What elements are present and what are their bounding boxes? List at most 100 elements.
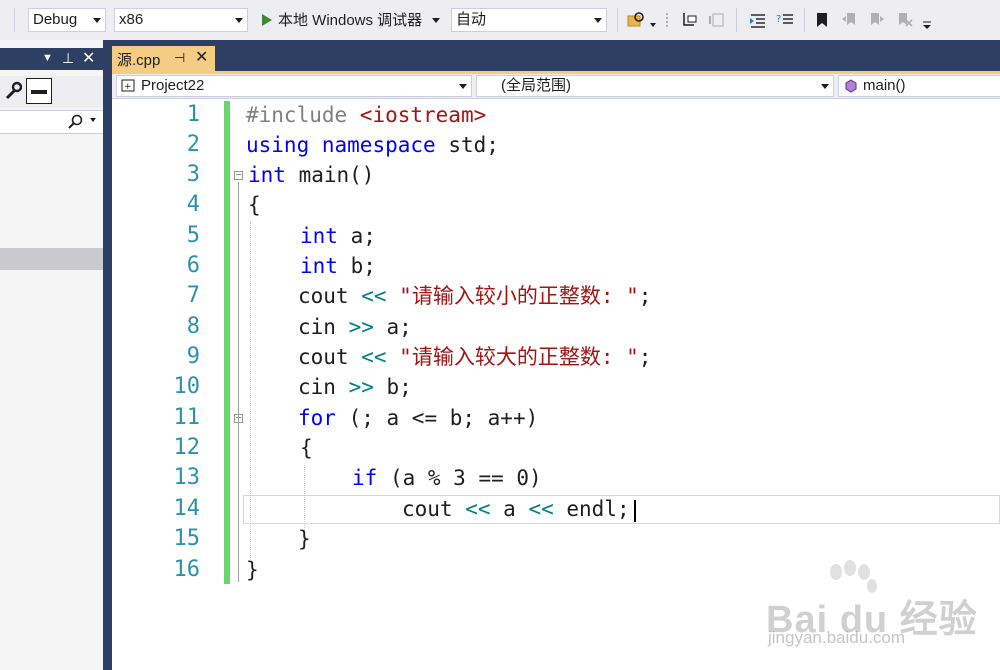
text-token: cout (402, 497, 466, 521)
line-number: 13 (173, 465, 201, 490)
indent-guide (250, 222, 251, 562)
project-name: Project22 (141, 77, 205, 94)
saved-changes-indicator (224, 101, 230, 584)
toolbar-separator (736, 8, 737, 32)
code-line-12: { (300, 436, 313, 460)
step-into-icon[interactable] (680, 10, 700, 30)
text-token: cin (298, 375, 349, 399)
solution-config-value: 自动 (456, 11, 487, 28)
text-token: cout (298, 284, 362, 308)
previous-bookmark-icon[interactable] (840, 10, 860, 30)
chevron-down-icon[interactable] (648, 10, 658, 30)
keyword-token: int (248, 163, 286, 187)
chevron-down-icon (459, 84, 467, 89)
keyword-token: int (300, 224, 338, 248)
scope-name: (全局范围) (501, 77, 571, 94)
text-token: (a % 3 == 0) (377, 466, 542, 490)
line-number: 5 (186, 223, 200, 248)
document-tab-strip (112, 40, 1000, 71)
wrench-icon[interactable] (4, 81, 23, 106)
collapse-icon[interactable]: − (234, 171, 243, 181)
window-menu-icon[interactable]: ▼ (42, 52, 53, 64)
keyword-token: if (352, 466, 378, 490)
outline-guide (238, 425, 239, 547)
code-line-6: int b; (300, 251, 376, 281)
code-line-13: if (a % 3 == 0) (352, 463, 542, 493)
code-line-1: #include <iostream> (246, 100, 486, 130)
code-line-9: cout << "请输入较大的正整数: "; (298, 342, 651, 372)
search-box[interactable] (0, 110, 103, 134)
platform-dropdown[interactable]: x86 (114, 8, 248, 32)
preprocessor-token: #include (246, 103, 360, 127)
panel-splitter[interactable] (103, 40, 112, 670)
chevron-down-icon (594, 18, 602, 23)
line-number: 11 (173, 405, 201, 430)
configuration-value: Debug (33, 11, 78, 28)
line-number: 3 (186, 162, 200, 187)
toolbar-overflow-icon[interactable] (920, 10, 934, 30)
svg-text:?: ? (776, 14, 781, 25)
line-number: 7 (186, 283, 200, 308)
configuration-dropdown[interactable]: Debug (28, 8, 106, 32)
line-number: 1 (186, 102, 200, 127)
scope-dropdown[interactable]: (全局范围) (476, 75, 834, 97)
code-line-16: } (246, 558, 259, 582)
chevron-down-icon[interactable] (90, 118, 96, 122)
svg-text:+: + (124, 82, 132, 92)
indent-icon[interactable] (748, 10, 768, 30)
code-line-4: { (248, 193, 261, 217)
solution-explorer-panel (0, 40, 103, 670)
solution-config-dropdown[interactable]: 自动 (451, 8, 607, 32)
operator-token: << (361, 284, 387, 308)
find-in-files-icon[interactable] (626, 10, 646, 30)
selected-tree-item[interactable] (0, 248, 103, 270)
code-line-3: int main() (248, 160, 374, 190)
code-line-2: using namespace std; (246, 130, 499, 160)
string-token: "请输入较大的正整数: " (399, 345, 639, 369)
text-token: ; (638, 345, 652, 369)
grip-icon (664, 10, 672, 30)
line-number: 15 (173, 526, 201, 551)
member-name: main() (863, 77, 906, 94)
comment-icon[interactable]: ? (775, 10, 795, 30)
step-out-icon[interactable] (707, 10, 727, 30)
line-number: 6 (186, 253, 200, 278)
chevron-down-icon (235, 18, 243, 23)
text-token: b; (373, 375, 412, 399)
tab-filename: 源.cpp (117, 52, 161, 69)
editor-border (112, 98, 1000, 99)
chevron-down-icon (93, 18, 101, 23)
bookmark-icon[interactable] (812, 10, 832, 30)
text-token: a (490, 497, 529, 521)
string-token: "请输入较小的正整数: " (399, 284, 639, 308)
start-debugging-button[interactable]: 本地 Windows 调试器 (258, 9, 448, 33)
project-dropdown[interactable]: + Project22 (116, 75, 472, 97)
search-icon[interactable] (66, 113, 86, 136)
platform-value: x86 (119, 11, 144, 28)
operator-token: >> (348, 375, 374, 399)
properties-icon[interactable] (26, 78, 52, 104)
text-token: main() (285, 163, 375, 187)
tool-window-toolbar (0, 76, 103, 108)
code-line-11: for (; a <= b; a++) (298, 403, 538, 433)
close-icon[interactable]: ✕ (82, 48, 95, 68)
close-icon[interactable]: ✕ (195, 47, 208, 67)
code-line-7: cout << "请输入较小的正整数: "; (298, 281, 651, 311)
pin-icon[interactable]: ⊥ (62, 50, 74, 67)
keyword-token: for (298, 406, 336, 430)
clear-bookmarks-icon[interactable] (894, 10, 914, 30)
next-bookmark-icon[interactable] (866, 10, 886, 30)
operator-token: << (361, 345, 387, 369)
text-token: b; (337, 254, 376, 278)
keyword-token: namespace (321, 133, 436, 157)
member-dropdown[interactable]: main() (838, 75, 1000, 97)
toolbar-separator (804, 8, 805, 32)
function-icon (844, 79, 858, 96)
code-line-5: int a; (300, 221, 376, 251)
chevron-down-icon (432, 18, 441, 23)
pin-icon[interactable]: ⊣ (174, 50, 185, 66)
line-number: 8 (186, 314, 200, 339)
